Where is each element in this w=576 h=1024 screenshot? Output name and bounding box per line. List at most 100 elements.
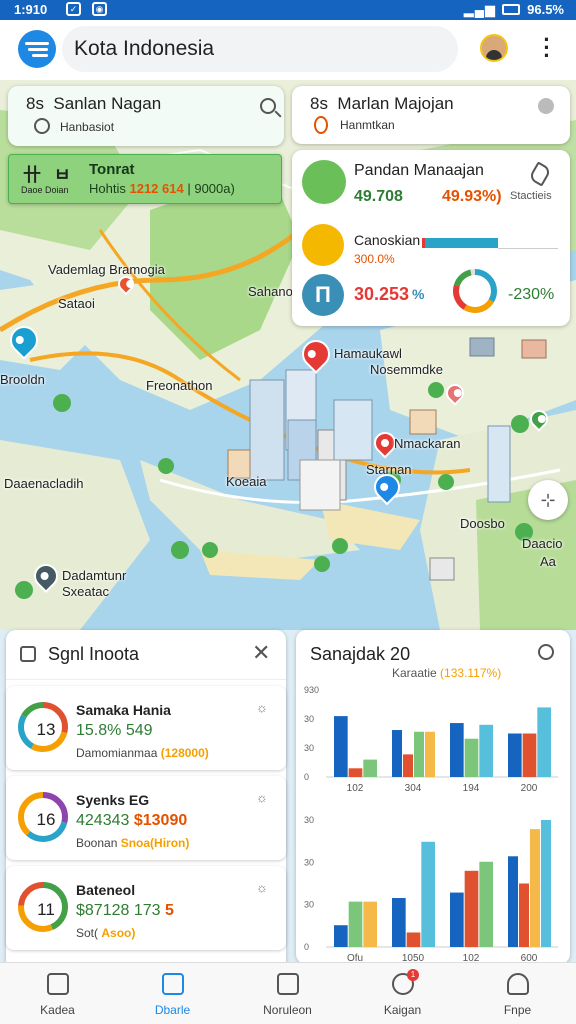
highlight-title: Tonrat	[89, 161, 135, 178]
item-name: Syenks EG	[76, 792, 150, 808]
map-label: Vademlag Bramogia	[48, 262, 165, 277]
stats-row1-percent: 49.93%)	[442, 188, 502, 205]
stats-row1-value: 49.708	[354, 188, 403, 205]
x-tick-label: 194	[463, 783, 480, 794]
map-label: Brooldn	[0, 372, 45, 387]
y-tick-label: 30	[304, 743, 314, 753]
stats-row1-label: Stactieis	[510, 190, 552, 202]
stats-row3-unit: %	[412, 286, 425, 302]
chart-bar	[363, 759, 377, 777]
search-icon[interactable]	[260, 98, 276, 114]
search-input[interactable]: Kota Indonesia	[62, 26, 458, 72]
stats-row3-change: -230%	[508, 286, 555, 303]
more-menu-icon[interactable]: · · ·	[540, 29, 554, 67]
item-meta: Boonan Snoa(Hiron)	[76, 836, 189, 850]
item-name: Bateneol	[76, 882, 136, 898]
item-meta: Damomianmaa (128000)	[76, 746, 209, 760]
avatar[interactable]	[480, 34, 508, 62]
y-tick-label: 0	[304, 942, 309, 952]
highlight-value: Hohtis 1212 614 | 9000a)	[89, 181, 235, 196]
list-item[interactable]: 13 Samaka Hania 15.8% 549 Damomianmaa (1…	[6, 686, 286, 770]
value-highlight: $13090	[133, 812, 188, 829]
location-subtitle: Hanbasiot	[60, 120, 115, 134]
y-tick-label: 30	[304, 815, 314, 825]
y-tick-label: 0	[304, 772, 309, 782]
chart-bar	[363, 901, 377, 947]
chart-bar	[519, 883, 529, 947]
map-label: Daacio	[522, 536, 563, 551]
settings-icon[interactable]: ☼	[256, 880, 268, 895]
chart-bar	[450, 892, 464, 947]
nav-label: Noruleon	[263, 1003, 312, 1017]
bar-charts: 03030930102 304 194 2000303030Ofu 1050 102 600	[304, 685, 558, 964]
settings-icon[interactable]: ☼	[256, 700, 268, 715]
highlight-card[interactable]: 卄 ㅂ Daoe Doian Tonrat Hohtis 1212 614 | …	[8, 154, 282, 204]
checkbox-icon[interactable]	[20, 646, 36, 662]
app-bar: Kota Indonesia · · ·	[0, 20, 576, 80]
chart-bar	[403, 754, 413, 777]
list-item[interactable]: 16 Syenks EG 424343 $13090 Boonan Snoa(H…	[6, 776, 286, 860]
stats-row3-value: 30.253	[354, 284, 410, 304]
nav-item-people[interactable]: 1 Kaigan	[345, 963, 460, 1024]
map-label: Nmackaran	[394, 436, 461, 451]
list-title: Sgnl Inoota	[48, 644, 140, 664]
value-prefix: Hohtis	[89, 181, 126, 196]
nav-item-profile[interactable]: Fnpe	[460, 963, 575, 1024]
home-icon	[47, 973, 69, 995]
list-item[interactable]: 11 Bateneol $87128 173 5 Sot( Asoo) ☼	[6, 866, 286, 950]
chart-bar	[421, 841, 435, 947]
chart-bar	[392, 730, 402, 777]
y-tick-label: 30	[304, 900, 314, 910]
chart-bar	[464, 870, 479, 947]
map-label: Aa	[540, 554, 556, 569]
map-label: Doosbo	[460, 516, 505, 531]
y-tick-label: 30	[304, 857, 314, 867]
meta-text: Boonan	[76, 836, 118, 850]
nav-item-map[interactable]: Noruleon	[230, 963, 345, 1024]
location-search-card[interactable]: 8s Sanlan Nagan Hanbasiot	[8, 86, 284, 146]
map-label: Daaenacladih	[4, 476, 84, 491]
chart-bar	[334, 716, 348, 777]
nav-label: Kaigan	[383, 1003, 422, 1017]
chart-bar	[508, 733, 522, 777]
app-logo[interactable]	[18, 30, 56, 68]
route-card[interactable]: 8s Marlan Majojan Hanmtkan	[292, 86, 570, 144]
toggle-icon[interactable]	[538, 98, 554, 114]
settings-icon[interactable]: ☼	[256, 790, 268, 805]
chart-bar	[537, 707, 551, 777]
list-header: Sgnl Inoota ✕	[6, 630, 286, 680]
chart-bar	[392, 898, 406, 947]
chart-bar	[479, 724, 493, 777]
poi-label: Daoe Doian	[21, 185, 69, 195]
x-tick-label: 304	[405, 783, 422, 794]
x-tick-label: 200	[521, 783, 538, 794]
building-icon	[302, 160, 346, 204]
close-icon[interactable]: ✕	[252, 640, 270, 666]
nav-item-dashboard[interactable]: Dbarle	[115, 963, 230, 1024]
locate-button[interactable]: ⊹	[528, 480, 568, 520]
battery-percent: 96.5%	[527, 2, 564, 17]
route-title: 8s Marlan Majojan	[310, 94, 454, 114]
chart-bar	[425, 731, 435, 777]
list-icon	[162, 973, 184, 995]
item-value: $87128 173 5	[76, 902, 174, 920]
monument-icon	[302, 224, 344, 266]
chart-bar	[348, 901, 363, 947]
y-tick-label: 30	[304, 714, 314, 724]
edit-icon[interactable]	[528, 161, 552, 187]
map-label: Dadamtunr	[62, 568, 127, 583]
item-value: 424343 $13090	[76, 812, 187, 830]
nav-item-home[interactable]: Kadea	[0, 963, 115, 1024]
map-label: Sahanol	[248, 284, 296, 299]
person-icon	[507, 973, 529, 995]
chart-bar	[414, 731, 424, 777]
item-rank: 13	[36, 720, 56, 739]
progress-track	[498, 248, 558, 249]
chart-bar	[334, 925, 348, 947]
camera-icon: ◉	[92, 2, 107, 16]
stats-card: Pandan Manaajan 49.708 49.93%) Stactieis…	[292, 150, 570, 326]
stats-row2-sub: 300.0%	[354, 252, 395, 266]
meta-text: Damomianmaa	[76, 746, 158, 760]
chart-bar	[406, 932, 421, 947]
nav-label: Kadea	[40, 1003, 75, 1017]
